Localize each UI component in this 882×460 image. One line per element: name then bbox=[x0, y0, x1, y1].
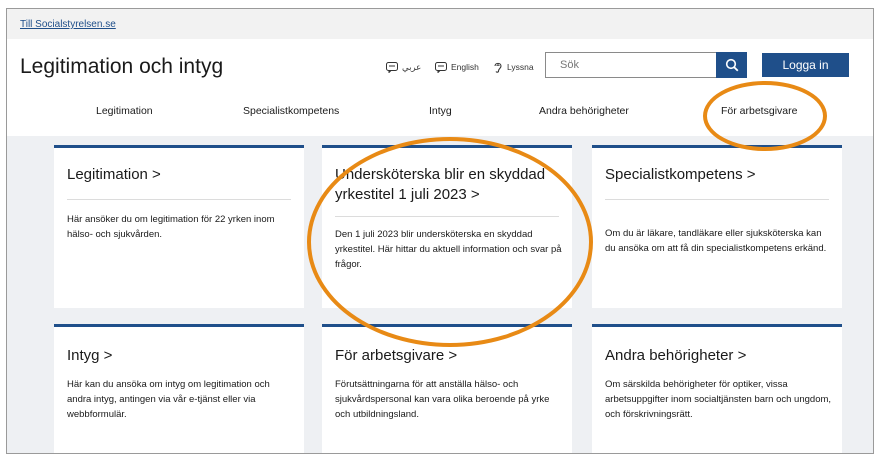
card-divider bbox=[335, 216, 559, 217]
language-english-label: English bbox=[451, 62, 479, 72]
site-title[interactable]: Legitimation och intyg bbox=[20, 55, 223, 79]
card-divider bbox=[67, 199, 291, 200]
language-arabic-label: عربي bbox=[402, 61, 422, 72]
card-description: Om särskilda behörigheter för optiker, v… bbox=[605, 379, 832, 420]
nav-item-andra-behorigheter[interactable]: Andra behörigheter bbox=[539, 105, 629, 117]
english-language-icon bbox=[435, 61, 447, 73]
card-description: Den 1 juli 2023 blir undersköterska en s… bbox=[335, 229, 562, 270]
card-title[interactable]: Intyg > bbox=[67, 346, 112, 366]
nav-item-intyg[interactable]: Intyg bbox=[429, 105, 452, 117]
listen-ear-icon bbox=[494, 62, 502, 73]
card-andra-behorigheter[interactable]: Andra behörigheter > Om särskilda behöri… bbox=[592, 324, 842, 453]
card-intyg[interactable]: Intyg > Här kan du ansöka om intyg om le… bbox=[54, 324, 304, 453]
socialstyrelsen-link[interactable]: Till Socialstyrelsen.se bbox=[20, 19, 116, 30]
login-button[interactable]: Logga in bbox=[762, 53, 849, 77]
search-button[interactable] bbox=[716, 52, 747, 78]
search-placeholder: Sök bbox=[560, 59, 579, 71]
card-underskoterska[interactable]: Undersköterska blir en skyddad yrkestite… bbox=[322, 145, 572, 308]
card-title[interactable]: Specialistkompetens > bbox=[605, 165, 756, 185]
card-description: Här ansöker du om legitimation för 22 yr… bbox=[67, 214, 275, 240]
card-legitimation[interactable]: Legitimation > Här ansöker du om legitim… bbox=[54, 145, 304, 308]
card-description: Om du är läkare, tandläkare eller sjuksk… bbox=[605, 228, 827, 254]
language-english[interactable]: English bbox=[435, 60, 479, 74]
card-description: Här kan du ansöka om intyg om legitimati… bbox=[67, 379, 270, 420]
card-for-arbetsgivare[interactable]: För arbetsgivare > Förutsättningarna för… bbox=[322, 324, 572, 453]
arabic-language-icon bbox=[386, 61, 398, 73]
card-divider bbox=[605, 199, 829, 200]
nav-item-for-arbetsgivare[interactable]: För arbetsgivare bbox=[721, 105, 797, 117]
card-specialistkompetens[interactable]: Specialistkompetens > Om du är läkare, t… bbox=[592, 145, 842, 308]
content-area: Legitimation > Här ansöker du om legitim… bbox=[7, 136, 873, 453]
language-arabic[interactable]: عربي bbox=[386, 60, 421, 74]
card-title[interactable]: För arbetsgivare > bbox=[335, 346, 457, 366]
nav-item-legitimation[interactable]: Legitimation bbox=[96, 105, 153, 117]
card-title[interactable]: Undersköterska blir en skyddad yrkestite… bbox=[335, 165, 559, 205]
card-title[interactable]: Legitimation > bbox=[67, 165, 161, 185]
top-bar: Till Socialstyrelsen.se bbox=[7, 9, 873, 39]
card-description: Förutsättningarna för att anställa hälso… bbox=[335, 379, 550, 420]
listen-button[interactable]: Lyssna bbox=[493, 60, 534, 74]
search-icon bbox=[725, 58, 738, 72]
nav-item-specialistkompetens[interactable]: Specialistkompetens bbox=[243, 105, 339, 117]
card-title[interactable]: Andra behörigheter > bbox=[605, 346, 746, 366]
listen-label: Lyssna bbox=[507, 62, 534, 72]
browser-frame: Till Socialstyrelsen.se Legitimation och… bbox=[6, 8, 874, 454]
